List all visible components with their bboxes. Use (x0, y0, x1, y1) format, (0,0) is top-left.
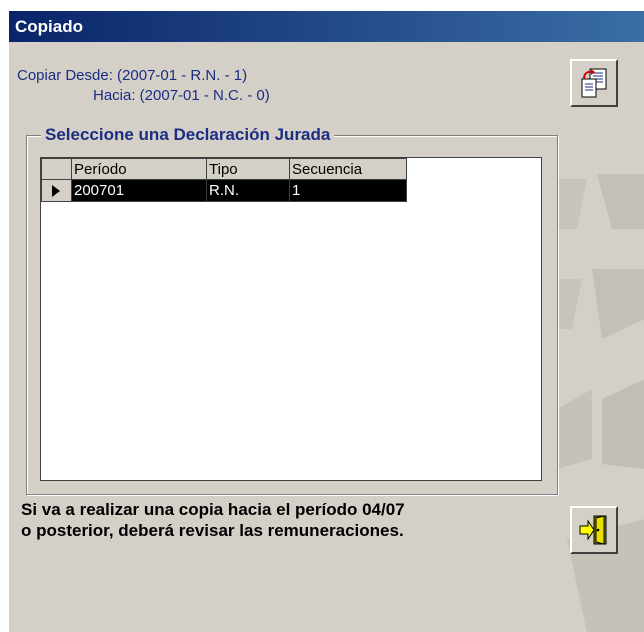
exit-button[interactable] (570, 506, 618, 554)
column-header-tipo[interactable]: Tipo (206, 158, 290, 180)
warning-line-1: Si va a realizar una copia hacia el perí… (21, 500, 405, 519)
background-watermark-art (557, 119, 644, 632)
table-header-row: Período Tipo Secuencia (41, 158, 407, 180)
column-header-periodo[interactable]: Período (71, 158, 207, 180)
declaracion-grid[interactable]: Período Tipo Secuencia 200701 R.N. 1 (40, 157, 542, 481)
copy-to-label: Hacia: (2007-01 - N.C. - 0) (93, 87, 270, 104)
exit-door-icon (579, 515, 607, 545)
cell-secuencia[interactable]: 1 (289, 179, 407, 202)
copy-info: Copiar Desde: (2007-01 - R.N. - 1) Hacia… (17, 66, 270, 106)
cell-tipo[interactable]: R.N. (206, 179, 290, 202)
header-selector-cell (41, 158, 72, 180)
warning-line-2: o posterior, deberá revisar las remunera… (21, 521, 404, 540)
copy-from-label: Copiar Desde: (2007-01 - R.N. - 1) (17, 67, 248, 84)
column-header-secuencia[interactable]: Secuencia (289, 158, 407, 180)
copiado-window: Copiado Copiar Desde: (2007-01 - R.N. - … (8, 10, 644, 632)
table-row[interactable]: 200701 R.N. 1 (41, 179, 407, 202)
group-legend: Seleccione una Declaración Jurada (41, 124, 335, 146)
cell-periodo[interactable]: 200701 (71, 179, 207, 202)
window-title: Copiado (9, 11, 644, 42)
copy-document-icon (581, 68, 607, 98)
row-pointer-icon (52, 184, 60, 197)
copy-button[interactable] (570, 59, 618, 107)
row-selector[interactable] (41, 179, 72, 202)
declaracion-table: Período Tipo Secuencia 200701 R.N. 1 (41, 158, 407, 202)
warning-message: Si va a realizar una copia hacia el perí… (21, 499, 566, 541)
